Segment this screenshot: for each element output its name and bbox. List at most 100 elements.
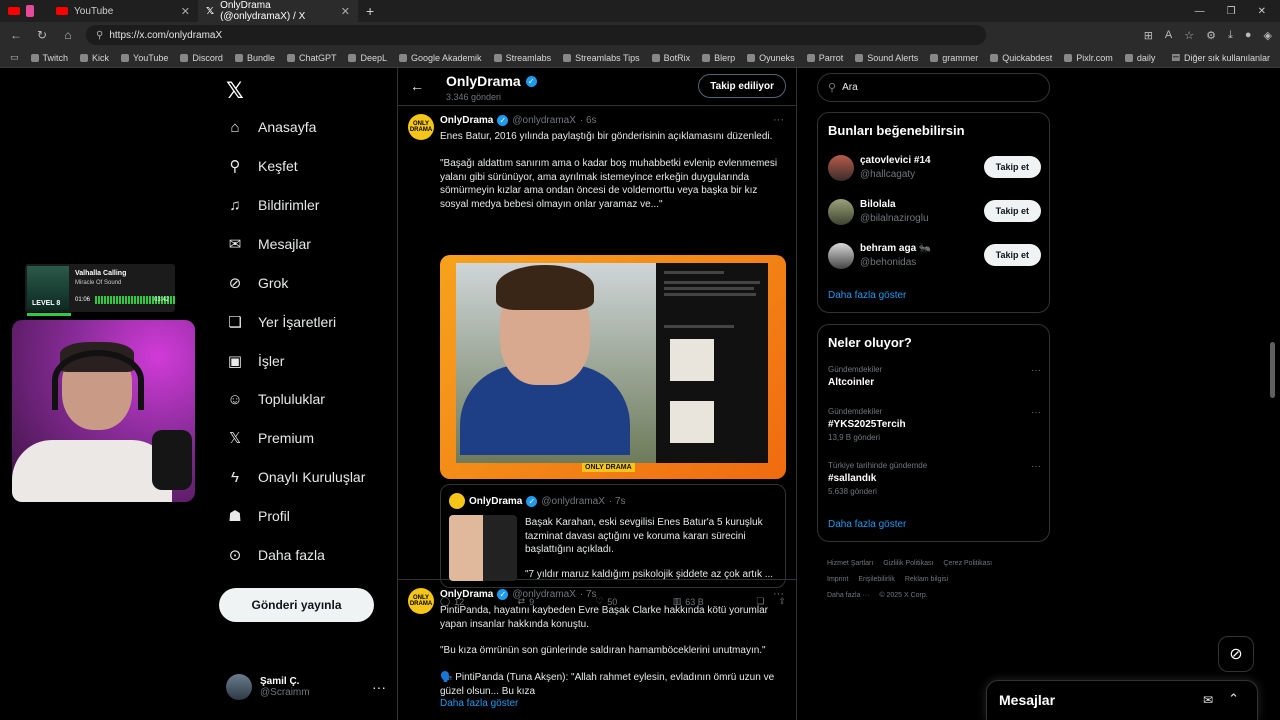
maximize-icon[interactable]: ❐	[1227, 6, 1236, 17]
suggestion-item[interactable]: çatovlevici #14 @hallcagaty Takip et	[828, 153, 1041, 183]
quoted-tweet[interactable]: OnlyDrama ✓ @onlydramaX · 7s Başak Karah…	[440, 484, 786, 588]
bookmark-item[interactable]: Blerp	[702, 53, 735, 63]
text-line	[664, 287, 754, 290]
nav-label: Bildirimler	[258, 197, 320, 213]
bookmark-item[interactable]: grammer	[930, 53, 978, 63]
nav-item-jobs[interactable]: ▣ İşler	[226, 352, 285, 370]
show-more-link[interactable]: Daha fazla göster	[828, 519, 906, 530]
bookmark-item[interactable]: Pixlr.com	[1064, 53, 1113, 63]
bookmark-item[interactable]: Streamlabs Tips	[563, 53, 640, 63]
trend-item[interactable]: Gündemdekiler Altcoinler ···	[828, 365, 1041, 388]
profile-icon[interactable]: ●	[1245, 29, 1252, 42]
author-name[interactable]: OnlyDrama	[440, 589, 493, 600]
tweet[interactable]: ONLY DRAMA OnlyDrama ✓ @onlydramaX · 6s ·…	[398, 106, 796, 607]
nav-item-communities[interactable]: ☺ Topluluklar	[226, 390, 325, 408]
more-icon[interactable]: ···	[1031, 407, 1041, 418]
footer-link[interactable]: Imprint	[827, 576, 848, 583]
suggestion-item[interactable]: Bilolala @bilalnaziroglu Takip et	[828, 197, 1041, 227]
more-icon[interactable]: ···	[773, 588, 784, 600]
more-icon[interactable]: ···	[1031, 461, 1041, 472]
bookmark-item[interactable]: Google Akademik	[399, 53, 482, 63]
nav-item-messages[interactable]: ✉ Mesajlar	[226, 235, 311, 253]
tweet[interactable]: ONLY DRAMA OnlyDrama ✓ @onlydramaX · 7s ·…	[398, 580, 796, 720]
close-window-icon[interactable]: ✕	[1258, 6, 1266, 17]
nav-item-verified-orgs[interactable]: ϟ Onaylı Kuruluşlar	[226, 468, 365, 486]
show-more-link[interactable]: Daha fazla göster	[440, 698, 518, 709]
url-field[interactable]: ⚲ https://x.com/onlydramaX	[86, 25, 986, 45]
bookmark-item[interactable]: Kick	[80, 53, 109, 63]
following-button[interactable]: Takip ediliyor	[698, 74, 786, 98]
follow-button[interactable]: Takip et	[983, 156, 1041, 178]
author-name[interactable]: OnlyDrama	[440, 115, 493, 126]
footer-link[interactable]: Çerez Politikası	[943, 560, 992, 567]
bookmark-item[interactable]: Quickabdest	[990, 53, 1052, 63]
refresh-icon[interactable]: ↻	[34, 28, 50, 42]
song-artist: Miracle Of Sound	[75, 280, 122, 286]
trend-item[interactable]: Gündemdekiler #YKS2025Tercih 13,9 B gönd…	[828, 407, 1041, 442]
post-button[interactable]: Gönderi yayınla	[219, 588, 374, 622]
tab-youtube[interactable]: YouTube ✕	[48, 0, 198, 22]
bookmark-label: Oyuneks	[759, 52, 795, 63]
bookmark-item[interactable]: Streamlabs	[493, 53, 551, 63]
x-logo-icon[interactable]: 𝕏	[226, 78, 244, 104]
nav-item-notifications[interactable]: ♫ Bildirimler	[226, 196, 319, 214]
bookmark-item[interactable]: Parrot	[806, 53, 843, 63]
close-icon[interactable]: ✕	[341, 5, 350, 18]
bookmark-item[interactable]: YouTube	[121, 53, 168, 63]
suggestion-item[interactable]: behram aga 🐜 @behonidas Takip et	[828, 241, 1041, 271]
bookmark-item[interactable]: ChatGPT	[286, 53, 336, 63]
search-input[interactable]: ⚲ Ara	[817, 73, 1050, 102]
show-more-link[interactable]: Daha fazla göster	[828, 290, 906, 301]
bookmark-item[interactable]: BotRix	[651, 53, 690, 63]
footer-link[interactable]: Reklam bilgisi	[905, 576, 948, 583]
extension-icon[interactable]: ⊞	[1144, 29, 1153, 42]
tab-x[interactable]: 𝕏 OnlyDrama (@onlydramaX) / X ✕	[198, 0, 358, 22]
more-icon[interactable]: ···	[773, 114, 784, 126]
minimize-icon[interactable]: —	[1195, 6, 1205, 17]
nav-item-explore[interactable]: ⚲ Keşfet	[226, 157, 298, 175]
nav-item-bookmarks[interactable]: ❏ Yer İşaretleri	[226, 313, 336, 331]
follow-button[interactable]: Takip et	[983, 200, 1041, 222]
new-message-icon[interactable]: ✉	[1203, 693, 1213, 707]
bookmark-favicon-icon	[493, 53, 502, 62]
bookmark-item[interactable]: Sound Alerts	[855, 53, 918, 63]
bookmark-item[interactable]: DeepL	[348, 53, 387, 63]
scrollbar[interactable]	[1270, 342, 1275, 398]
favorite-icon[interactable]: ☆	[1184, 29, 1194, 42]
back-arrow-icon[interactable]: ←	[410, 78, 424, 94]
more-icon[interactable]: ···	[1031, 365, 1041, 376]
copilot-icon[interactable]: ◈	[1264, 29, 1272, 42]
nav-item-home[interactable]: ⌂ Anasayfa	[226, 118, 316, 136]
follow-button[interactable]: Takip et	[983, 244, 1041, 266]
bookmark-item[interactable]: Twitch	[30, 53, 68, 63]
tab-pinned[interactable]	[0, 0, 48, 22]
footer-link[interactable]: Daha fazla ···	[827, 592, 869, 599]
extension-icon[interactable]: ⚙	[1206, 29, 1216, 42]
account-switcher[interactable]: Şamil Ç. @Scraimm ···	[226, 672, 386, 702]
close-icon[interactable]: ✕	[181, 5, 190, 18]
trend-item[interactable]: Türkiye tarihinde gündemde #sallandık 5.…	[828, 461, 1041, 496]
home-icon[interactable]: ⌂	[60, 28, 76, 42]
bookmark-item[interactable]: Oyuneks	[747, 53, 795, 63]
back-icon[interactable]: ←	[8, 28, 24, 42]
bookmark-item[interactable]: Bundle	[234, 53, 275, 63]
grok-floating-button[interactable]: ⊘	[1218, 636, 1254, 672]
nav-item-more[interactable]: ⊙ Daha fazla	[226, 546, 325, 564]
footer-link[interactable]: Gizlilik Politikası	[883, 560, 933, 567]
bookmark-item[interactable]: Discord	[180, 53, 223, 63]
nav-item-premium[interactable]: 𝕏 Premium	[226, 429, 314, 447]
nav-item-profile[interactable]: ☗ Profil	[226, 507, 290, 525]
bookmark-label: Diğer sık kullanılanlar	[1183, 52, 1270, 63]
menu-icon[interactable]: ▭	[10, 52, 19, 63]
bookmark-item[interactable]: daily	[1124, 53, 1155, 63]
messages-drawer[interactable]: Mesajlar ✉ ⌃	[986, 680, 1258, 720]
downloads-icon[interactable]: ⤓	[1228, 29, 1233, 42]
footer-link[interactable]: Hizmet Şartları	[827, 560, 873, 567]
footer-link[interactable]: Erişilebilirlik	[858, 576, 895, 583]
other-bookmarks[interactable]: ▤ Diğer sık kullanılanlar	[1171, 52, 1270, 63]
expand-icon[interactable]: ⌃	[1228, 691, 1239, 707]
tweet-image[interactable]: ONLY DRAMA	[440, 255, 786, 479]
new-tab-button[interactable]: +	[358, 0, 382, 22]
nav-item-grok[interactable]: ⊘ Grok	[226, 274, 289, 292]
read-aloud-icon[interactable]: A	[1165, 29, 1172, 42]
